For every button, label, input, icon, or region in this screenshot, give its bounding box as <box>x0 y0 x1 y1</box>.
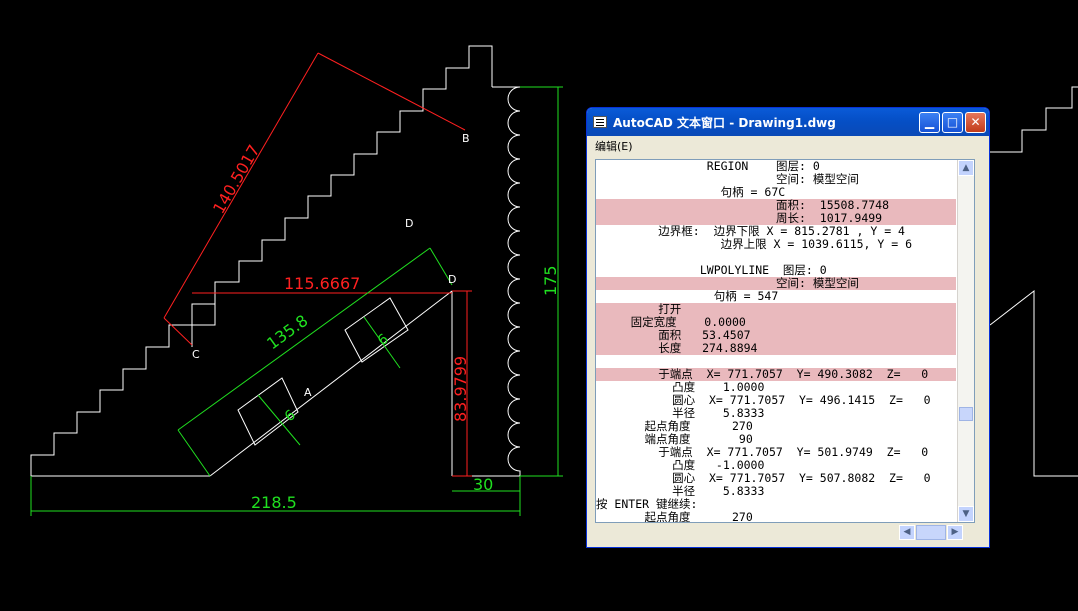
label-d-upper: D <box>405 217 413 230</box>
vertical-scroll-thumb[interactable] <box>959 407 973 421</box>
output-line: 起点角度 270 <box>596 510 753 523</box>
label-dim-vertical: 83.9799 <box>451 356 470 422</box>
menu-bar: 编辑(E) <box>587 136 989 156</box>
scroll-right-button[interactable]: ▶ <box>947 525 963 540</box>
scroll-down-button[interactable]: ▼ <box>958 506 974 522</box>
text-window-icon[interactable] <box>593 116 607 128</box>
window-title: AutoCAD 文本窗口 - Drawing1.dwg <box>613 116 836 130</box>
output-line: 边界上限 X = 1039.6115, Y = 6 <box>596 237 913 251</box>
output-line: 长度 274.8894 <box>596 342 956 355</box>
horizontal-scroll-thumb[interactable] <box>916 525 946 540</box>
block-upper <box>344 297 409 363</box>
staircase-incline <box>209 290 453 477</box>
label-dim-bottom: 218.5 <box>251 493 297 512</box>
scroll-up-button[interactable]: ▲ <box>958 160 974 176</box>
scroll-left-button[interactable]: ◀ <box>899 525 915 540</box>
output-lines: REGION 图层: 0 空间: 模型空间 句柄 = 67C 面积: 15508… <box>596 160 956 523</box>
green-incline-ext-a <box>177 429 211 477</box>
horizontal-scrollbar[interactable]: ◀ ▶ <box>595 524 975 541</box>
label-a: A <box>304 386 312 399</box>
label-dim-small-2: 6 <box>375 331 392 349</box>
menu-edit[interactable]: 编辑(E) <box>595 138 633 154</box>
label-b: B <box>462 132 470 145</box>
right-partial-wall <box>989 289 1078 477</box>
label-d-lower: D <box>448 273 456 286</box>
title-bar[interactable]: AutoCAD 文本窗口 - Drawing1.dwg ▁ □ ✕ <box>587 108 989 136</box>
label-dim-small-bottom: 30 <box>473 475 493 494</box>
vertical-scrollbar[interactable]: ▲ ▼ <box>957 160 974 522</box>
label-dim-right: 175 <box>541 265 560 296</box>
label-c: C <box>192 348 200 361</box>
maximize-button[interactable]: □ <box>942 112 963 133</box>
text-window[interactable]: AutoCAD 文本窗口 - Drawing1.dwg ▁ □ ✕ 编辑(E) … <box>586 107 990 548</box>
red-ext-1 <box>317 52 466 131</box>
label-dim-diagonal: 140.5017 <box>209 141 264 217</box>
wavy-wall <box>492 86 521 476</box>
label-dim-horizontal: 115.6667 <box>284 274 360 293</box>
inner-step <box>191 304 216 347</box>
text-output-area[interactable]: REGION 图层: 0 空间: 模型空间 句柄 = 67C 面积: 15508… <box>595 159 975 523</box>
close-button[interactable]: ✕ <box>965 112 986 133</box>
label-dim-incline: 135.8 <box>263 311 311 353</box>
red-ext-2 <box>163 317 193 346</box>
minimize-button[interactable]: ▁ <box>919 112 940 133</box>
staircase-outline <box>30 45 493 476</box>
right-partial-steps <box>990 86 1078 153</box>
